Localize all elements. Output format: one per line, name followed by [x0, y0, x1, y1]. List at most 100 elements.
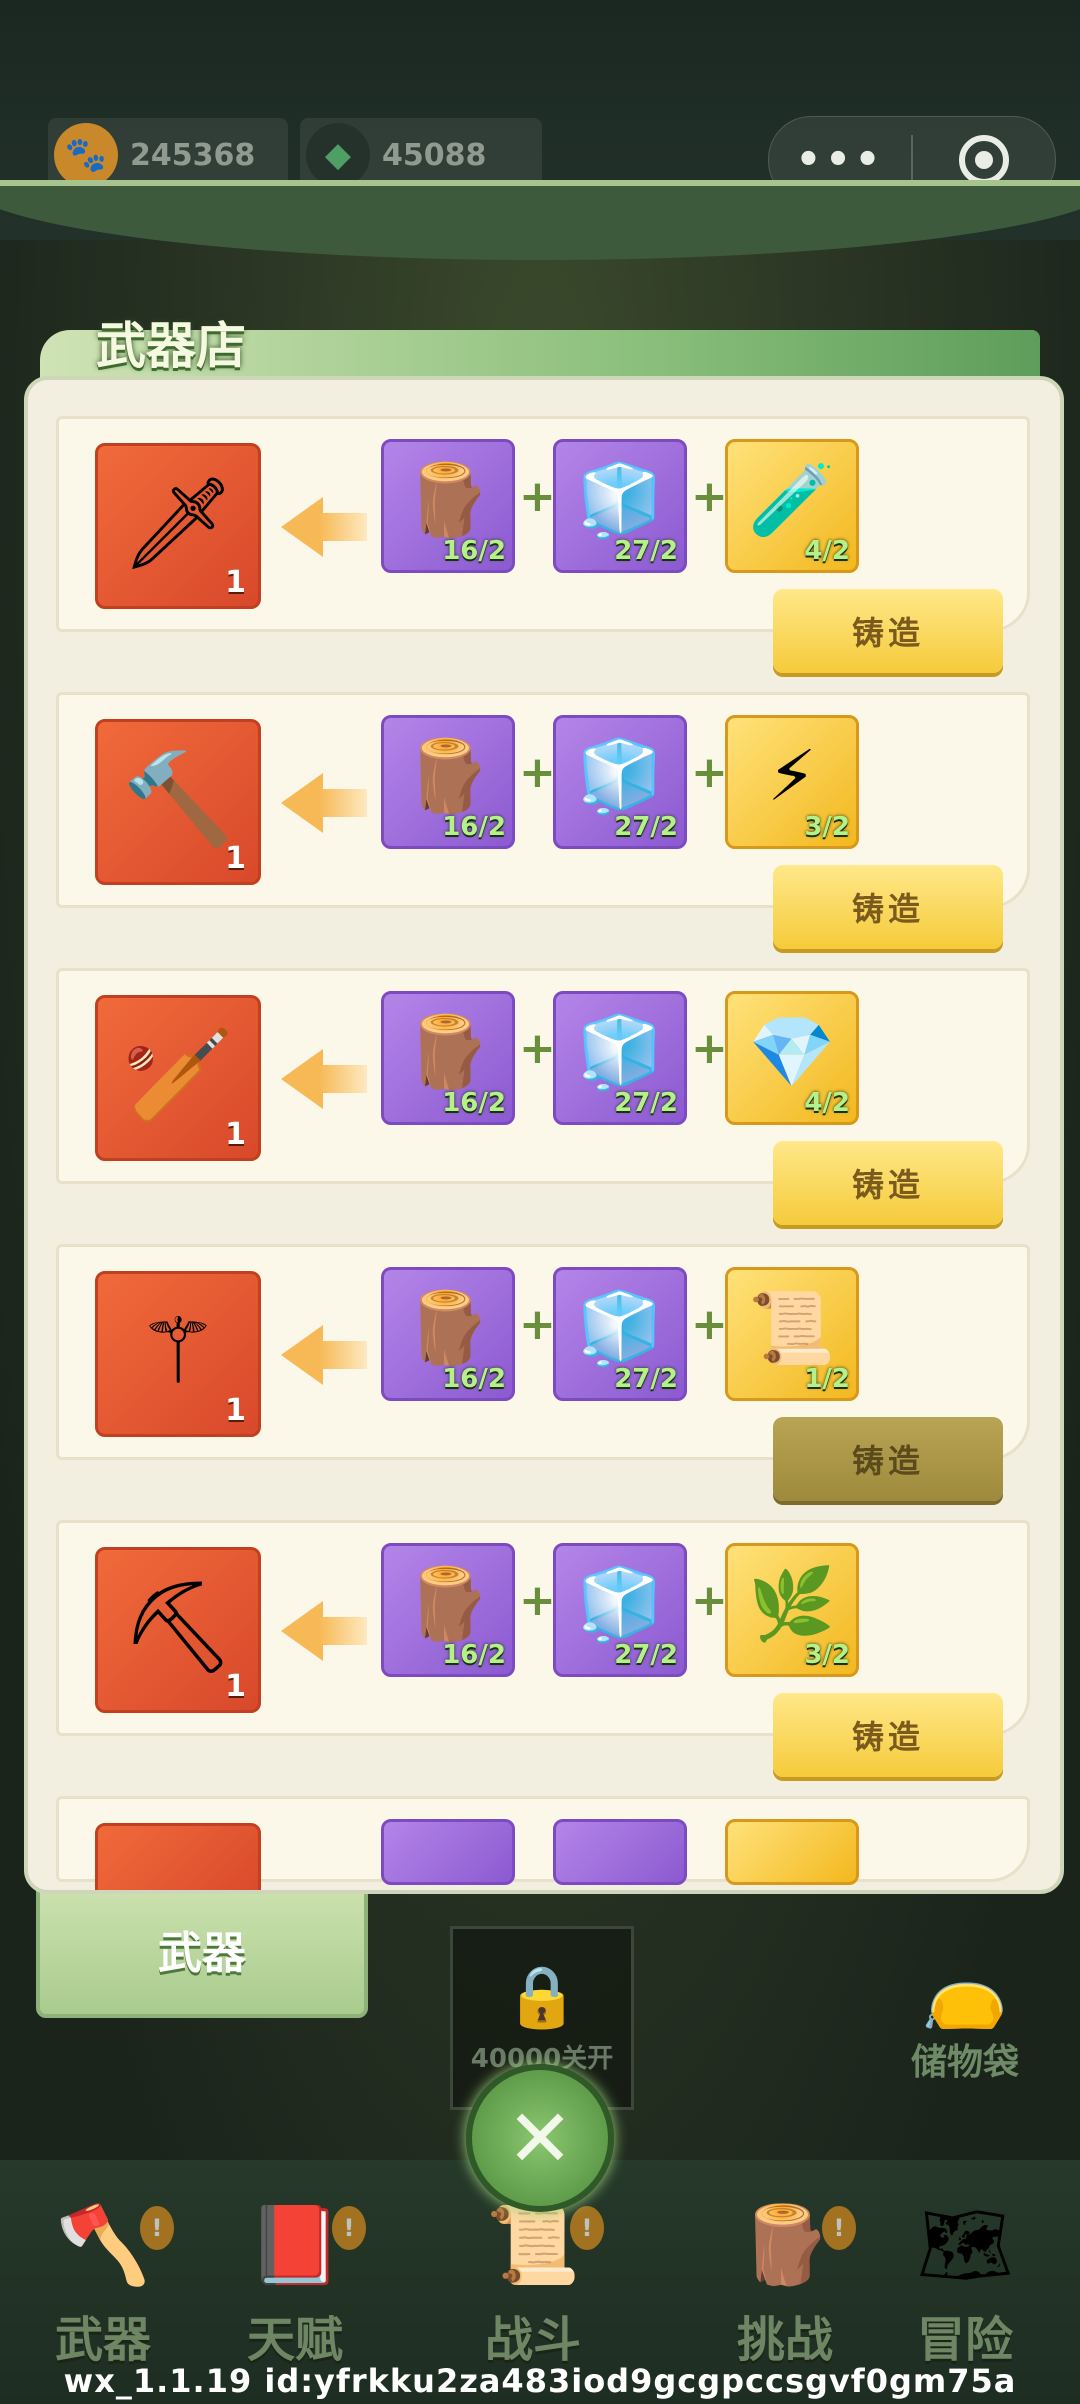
material-count: 27/2: [614, 536, 678, 566]
arrow-left-icon: [281, 1325, 367, 1385]
bag-icon: 👝: [921, 1950, 1009, 2032]
forge-button[interactable]: 铸造: [773, 1693, 1003, 1777]
golden-staff-icon: ⚚: [137, 1298, 219, 1404]
wood-log-icon: 🪵: [404, 458, 492, 541]
weapon-slot[interactable]: 🏏 1: [95, 995, 261, 1161]
material-slot[interactable]: ⚡ 3/2: [725, 715, 859, 849]
forge-button[interactable]: 铸造: [773, 1141, 1003, 1225]
arrow-left-icon: [281, 773, 367, 833]
material-slot[interactable]: 🪵 16/2: [381, 991, 515, 1125]
arrow-left-icon: [281, 1601, 367, 1661]
material-count: 4/2: [804, 536, 850, 566]
weapon-recipe-row: 🏏 1 🪵 16/2 + 🧊 27/2 + 💎 4/2 铸造: [56, 968, 1030, 1225]
weapon-slot[interactable]: 🗡 1: [95, 443, 261, 609]
forge-button[interactable]: 铸造: [773, 589, 1003, 673]
weapon-count: 1: [225, 1669, 246, 1704]
weapon-slot[interactable]: [95, 1823, 261, 1890]
tab-weapon[interactable]: 武器: [36, 1880, 368, 2018]
blue-ingot-icon: 🧊: [576, 1562, 664, 1645]
weapon-recipe-row: 🗡 1 🪵 16/2 + 🧊 27/2 + 🧪 4/2 铸造: [56, 416, 1030, 673]
wood-log-icon: 🪵: [404, 1286, 492, 1369]
wood-log-icon: 🪵: [404, 1010, 492, 1093]
nav-label: 天赋: [246, 2312, 343, 2368]
version-footer: wx_1.1.19 id:yfrkku2za483iod9gcgpccsgvf0…: [63, 2362, 1017, 2400]
map-icon: 🗺: [916, 2200, 1014, 2289]
weapon-slot[interactable]: ⛏ 1: [95, 1547, 261, 1713]
material-count: 16/2: [442, 1088, 506, 1118]
plus-icon: +: [691, 1299, 728, 1350]
storage-bag-button[interactable]: 👝 储物袋: [890, 1950, 1040, 2085]
target-icon[interactable]: [913, 135, 1055, 185]
material-slot[interactable]: 🪵 16/2: [381, 1267, 515, 1401]
material-count: 1/2: [804, 1364, 850, 1394]
notification-badge: !: [570, 2206, 604, 2250]
notification-badge: !: [822, 2206, 856, 2250]
forge-button[interactable]: 铸造: [773, 1417, 1003, 1501]
material-slot[interactable]: 🧪 4/2: [725, 439, 859, 573]
nav-label: 挑战: [736, 2312, 833, 2368]
nav-item[interactable]: 🪵 挑战!: [700, 2200, 870, 2370]
weapon-slot[interactable]: 🔨 1: [95, 719, 261, 885]
plus-icon: +: [519, 747, 556, 798]
hammer-icon: 🔨: [121, 746, 235, 852]
gem-value: 45088: [382, 137, 487, 173]
blue-ingot-icon: 🧊: [576, 458, 664, 541]
blue-ingot-icon: 🧊: [576, 1286, 664, 1369]
material-slot[interactable]: [381, 1819, 515, 1885]
material-slot[interactable]: 🪵 16/2: [381, 439, 515, 573]
notification-badge: !: [332, 2206, 366, 2250]
material-slot[interactable]: 🪵 16/2: [381, 1543, 515, 1677]
material-slot[interactable]: 🧊 27/2: [553, 991, 687, 1125]
herb-icon: 🌿: [748, 1562, 836, 1645]
weapon-slot[interactable]: ⚚ 1: [95, 1271, 261, 1437]
nav-item[interactable]: 🗺 冒险: [880, 2200, 1050, 2370]
nav-label: 战斗: [484, 2312, 581, 2368]
material-slot[interactable]: 🧊 27/2: [553, 439, 687, 573]
nav-label: 冒险: [916, 2312, 1013, 2368]
material-slot[interactable]: 🧊 27/2: [553, 715, 687, 849]
material-slot[interactable]: 📜 1/2: [725, 1267, 859, 1401]
wood-log-icon: 🪵: [404, 734, 492, 817]
material-count: 27/2: [614, 1088, 678, 1118]
shop-title: 武器店: [96, 317, 246, 375]
paw-coin-icon: 🐾: [54, 123, 118, 187]
gem-icon: ◆: [306, 123, 370, 187]
material-slot[interactable]: 🧊 27/2: [553, 1543, 687, 1677]
weapon-list[interactable]: 🗡 1 🪵 16/2 + 🧊 27/2 + 🧪 4/2 铸造 🔨 1 🪵 16/2 + 🧊 27/2 + ⚡ 3/2 铸造…: [56, 416, 1030, 1890]
nav-item[interactable]: 🪓 武器!: [18, 2200, 188, 2370]
material-count: 4/2: [804, 1088, 850, 1118]
arrow-left-icon: [281, 1049, 367, 1109]
weapon-recipe-row: [56, 1796, 1030, 1890]
plus-icon: +: [519, 471, 556, 522]
weapon-shop-panel: 🗡 1 🪵 16/2 + 🧊 27/2 + 🧪 4/2 铸造 🔨 1 🪵 16/2 + 🧊 27/2 + ⚡ 3/2 铸造…: [24, 376, 1064, 1894]
material-count: 16/2: [442, 812, 506, 842]
material-count: 16/2: [442, 536, 506, 566]
plus-icon: +: [691, 1023, 728, 1074]
forge-button[interactable]: 铸造: [773, 865, 1003, 949]
weapon-recipe-row: ⛏ 1 🪵 16/2 + 🧊 27/2 + 🌿 3/2 铸造: [56, 1520, 1030, 1777]
plus-icon: +: [691, 1575, 728, 1626]
nav-item[interactable]: 📕 天赋!: [210, 2200, 380, 2370]
material-slot[interactable]: 🪵 16/2: [381, 715, 515, 849]
material-slot[interactable]: 🌿 3/2: [725, 1543, 859, 1677]
nav-item[interactable]: 📜 战斗!: [448, 2200, 618, 2370]
weapon-count: 1: [225, 565, 246, 600]
material-slot[interactable]: [553, 1819, 687, 1885]
weapon-recipe-row: ⚚ 1 🪵 16/2 + 🧊 27/2 + 📜 1/2 铸造: [56, 1244, 1030, 1501]
material-count: 27/2: [614, 1640, 678, 1670]
material-slot[interactable]: 💎 4/2: [725, 991, 859, 1125]
more-dots-icon[interactable]: •••: [769, 137, 911, 183]
plus-icon: +: [691, 747, 728, 798]
plus-icon: +: [519, 1575, 556, 1626]
close-icon[interactable]: ✕: [466, 2064, 614, 2212]
weapon-count: 1: [225, 841, 246, 876]
plus-icon: +: [691, 471, 728, 522]
green-crystal-icon: 💎: [748, 1010, 836, 1093]
plus-icon: +: [519, 1299, 556, 1350]
material-count: 16/2: [442, 1640, 506, 1670]
plus-icon: +: [519, 1023, 556, 1074]
material-slot[interactable]: 🧊 27/2: [553, 1267, 687, 1401]
material-count: 16/2: [442, 1364, 506, 1394]
material-slot[interactable]: [725, 1819, 859, 1885]
mace-icon: 🏏: [121, 1022, 235, 1128]
